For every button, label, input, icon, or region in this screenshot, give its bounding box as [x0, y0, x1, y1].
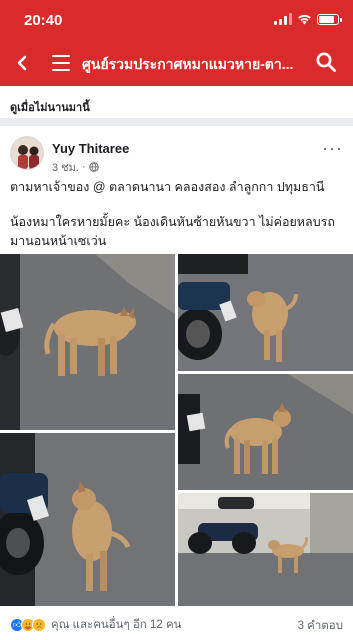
- sad-icon: [32, 618, 46, 632]
- post-photo-3[interactable]: [178, 374, 353, 490]
- chevron-left-icon[interactable]: [10, 51, 34, 75]
- group-title[interactable]: ศูนย์รวมประกาศหมาแมวหาย-ตา...: [82, 54, 297, 76]
- post-text-line-1: ตามหาเจ้าของ @ ตลาดนานา คลองสอง ลำลูกกา …: [10, 180, 325, 194]
- status-indicators: [274, 13, 342, 25]
- wifi-icon: [298, 14, 311, 25]
- avatar[interactable]: [10, 136, 44, 170]
- post-text-line-2: น้องหมาใครหายมั้ยคะ น้องเดินหันซ้ายหันขว…: [10, 215, 335, 229]
- post-more-options-button[interactable]: ···: [322, 138, 343, 159]
- globe-icon: [88, 162, 99, 172]
- feed-section-label: ดูเมื่อไม่นานมานี้: [10, 102, 90, 114]
- section-divider: [0, 118, 353, 126]
- post-text-line-3: มานอนหน้าเซเว่น: [10, 234, 107, 248]
- status-time: 20:40: [24, 12, 63, 29]
- post-photo-5[interactable]: [178, 493, 353, 606]
- battery-icon: [317, 13, 342, 25]
- reactions-summary[interactable]: 👍︎ คุณ และคนอื่นๆ อีก 12 คน: [10, 616, 182, 634]
- post-author[interactable]: Yuy Thitaree: [52, 141, 129, 156]
- reactions-text[interactable]: คุณ และคนอื่นๆ อีก 12 คน: [51, 616, 182, 634]
- reaction-icons: 👍︎: [10, 618, 46, 632]
- search-icon[interactable]: [315, 51, 339, 75]
- meta-separator: ·: [81, 161, 86, 173]
- post-photo-2[interactable]: [178, 254, 353, 371]
- status-bar: 20:40: [0, 0, 353, 40]
- post-meta: 3 ชม. ·: [52, 158, 99, 176]
- comments-count[interactable]: 3 คำตอบ: [298, 617, 343, 635]
- post-time[interactable]: 3 ชม.: [52, 158, 79, 176]
- battery-level: [319, 15, 335, 23]
- post-photo-4[interactable]: [0, 433, 175, 606]
- post-photo-1[interactable]: [0, 254, 175, 430]
- hamburger-menu-icon[interactable]: [50, 52, 72, 74]
- cellular-signal-icon: [274, 13, 292, 25]
- top-nav-bar: ศูนย์รวมประกาศหมาแมวหาย-ตา...: [0, 40, 353, 86]
